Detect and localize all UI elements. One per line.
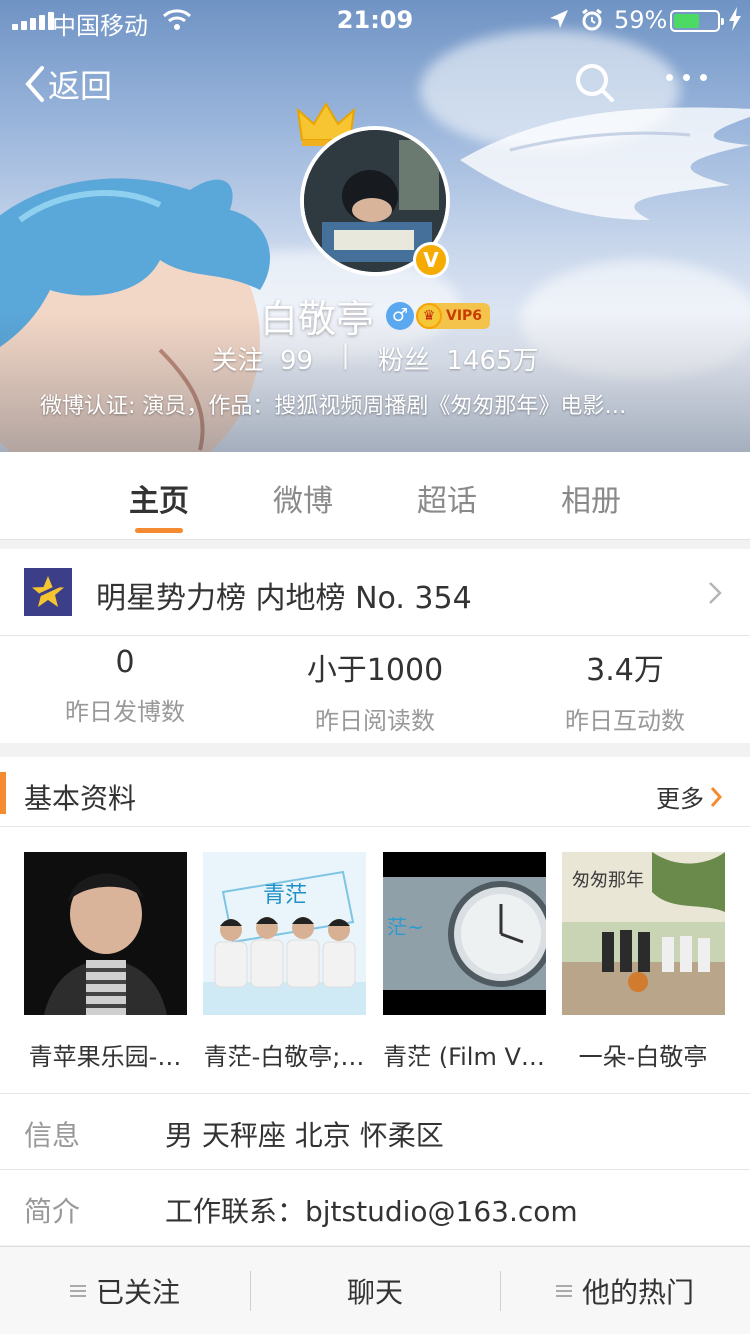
following-count: 99 bbox=[279, 346, 314, 376]
ranking-header[interactable]: 明星势力榜 内地榜 No. 354 bbox=[0, 549, 750, 636]
followers-label: 粉丝 bbox=[377, 346, 430, 376]
basic-info-header: 基本资料 更多 bbox=[0, 757, 750, 827]
active-tab-indicator bbox=[135, 528, 183, 533]
media-thumbnail[interactable]: 匆匆那年 bbox=[562, 852, 725, 1015]
stat-value: 小于1000 bbox=[306, 653, 444, 688]
following-link[interactable]: 关注 99 bbox=[211, 340, 313, 377]
back-button[interactable]: 返回 bbox=[24, 62, 112, 106]
chevron-left-icon bbox=[25, 66, 44, 102]
thumbnail-caption: 青苹果乐园-… bbox=[28, 1043, 182, 1071]
tab-home[interactable]: 主页 bbox=[99, 476, 219, 520]
status-bar: 中国移动 21:09 59% bbox=[0, 0, 750, 40]
svg-text:茫~: 茫~ bbox=[387, 915, 424, 939]
profile-name: 白敬亭 bbox=[259, 297, 374, 341]
followed-button[interactable]: 已关注 bbox=[0, 1247, 250, 1334]
svg-text:青茫: 青茫 bbox=[263, 883, 307, 908]
stat-label: 昨日阅读数 bbox=[315, 707, 435, 735]
bottom-action-bar: 已关注 聊天 他的热门 bbox=[0, 1246, 750, 1334]
menu-icon bbox=[69, 1285, 86, 1297]
charging-icon bbox=[729, 7, 741, 31]
more-link[interactable]: 更多 bbox=[656, 779, 722, 814]
male-gender-icon: ♂ bbox=[385, 301, 414, 330]
hot-posts-button[interactable]: 他的热门 bbox=[500, 1247, 750, 1334]
following-label: 关注 bbox=[211, 346, 264, 376]
ranking-title: 明星势力榜 内地榜 No. 354 bbox=[96, 581, 472, 616]
stat-reads-yesterday: 小于1000 昨日阅读数 bbox=[250, 645, 500, 736]
star-ranking-card: 明星势力榜 内地榜 No. 354 0 昨日发博数 小于1000 昨日阅读数 3… bbox=[0, 549, 750, 743]
star-rank-icon bbox=[24, 568, 72, 616]
search-icon[interactable] bbox=[574, 62, 616, 104]
stat-label: 昨日发博数 bbox=[65, 698, 185, 726]
chat-button[interactable]: 聊天 bbox=[250, 1247, 500, 1334]
info-value: 男 天秤座 北京 怀柔区 bbox=[165, 1119, 444, 1152]
divider: | bbox=[341, 340, 350, 370]
battery-fill bbox=[674, 14, 699, 28]
chevron-right-icon bbox=[710, 786, 722, 807]
info-row-personal[interactable]: 信息 男 天秤座 北京 怀柔区 bbox=[0, 1093, 750, 1169]
menu-icon bbox=[555, 1285, 572, 1297]
media-thumbnail[interactable]: 茫~ bbox=[383, 852, 546, 1015]
thumbnail-caption: 青茫 (Film V… bbox=[383, 1043, 545, 1071]
back-label: 返回 bbox=[48, 67, 113, 105]
followers-count: 1465万 bbox=[446, 346, 539, 376]
vip-crown-icon: ♛ bbox=[415, 302, 442, 329]
followed-label: 已关注 bbox=[95, 1276, 180, 1309]
basic-info-section: 基本资料 更多 青苹果乐园-… 青茫 青茫-白敬亭;… 茫~ 青茫 (Film … bbox=[0, 757, 750, 1245]
svg-text:匆匆那年: 匆匆那年 bbox=[572, 870, 644, 891]
stat-interactions-yesterday: 3.4万 昨日互动数 bbox=[500, 645, 750, 736]
info-key: 信息 bbox=[24, 1119, 81, 1152]
name-row: 白敬亭 ♂ ♛ VIP6 bbox=[0, 288, 750, 343]
follow-stats: 关注 99 | 粉丝 1465万 bbox=[0, 340, 750, 377]
info-row-bio[interactable]: 简介 工作联系：bjtstudio@163.com bbox=[0, 1169, 750, 1245]
wing-illustration bbox=[460, 107, 750, 220]
info-value: 工作联系：bjtstudio@163.com bbox=[165, 1195, 578, 1228]
followers-link[interactable]: 粉丝 1465万 bbox=[378, 340, 539, 377]
more-label: 更多 bbox=[656, 785, 704, 813]
verification-text[interactable]: 微博认证: 演员，作品：搜狐视频周播剧《匆匆那年》电影… bbox=[40, 388, 710, 420]
stat-value: 3.4万 bbox=[586, 653, 664, 688]
alarm-icon bbox=[582, 8, 602, 31]
tab-weibo[interactable]: 微博 bbox=[243, 476, 363, 520]
chevron-right-icon bbox=[709, 582, 722, 604]
more-options-icon[interactable] bbox=[666, 74, 707, 81]
profile-header: 中国移动 21:09 59% 返回 V 白敬亭 ♂ ♛ VIP6 关注 99 |… bbox=[0, 0, 750, 452]
stat-label: 昨日互动数 bbox=[565, 707, 685, 735]
battery-percent: 59% bbox=[614, 6, 668, 34]
stat-posts-yesterday: 0 昨日发博数 bbox=[0, 645, 250, 727]
tab-super-topic[interactable]: 超话 bbox=[387, 476, 507, 520]
chat-label: 聊天 bbox=[346, 1276, 403, 1309]
thumbnail-caption: 一朵-白敬亭 bbox=[578, 1043, 708, 1071]
stat-value: 0 bbox=[115, 645, 135, 680]
vip-label: VIP6 bbox=[445, 307, 483, 324]
info-key: 简介 bbox=[24, 1195, 81, 1228]
section-accent-bar bbox=[0, 772, 6, 814]
location-arrow-icon bbox=[550, 10, 568, 28]
hot-posts-label: 他的热门 bbox=[581, 1276, 694, 1309]
tab-album[interactable]: 相册 bbox=[531, 476, 651, 520]
media-thumbnail[interactable]: 青茫 bbox=[203, 852, 366, 1015]
thumbnail-caption: 青茫-白敬亭;… bbox=[203, 1043, 365, 1071]
vip-badge[interactable]: ♛ VIP6 bbox=[415, 302, 491, 329]
section-title: 基本资料 bbox=[24, 782, 137, 815]
media-thumbnail[interactable] bbox=[24, 852, 187, 1015]
battery-icon bbox=[670, 10, 724, 32]
verified-badge-icon: V bbox=[413, 242, 449, 278]
profile-tabs: 主页 微博 超话 相册 bbox=[0, 452, 750, 540]
